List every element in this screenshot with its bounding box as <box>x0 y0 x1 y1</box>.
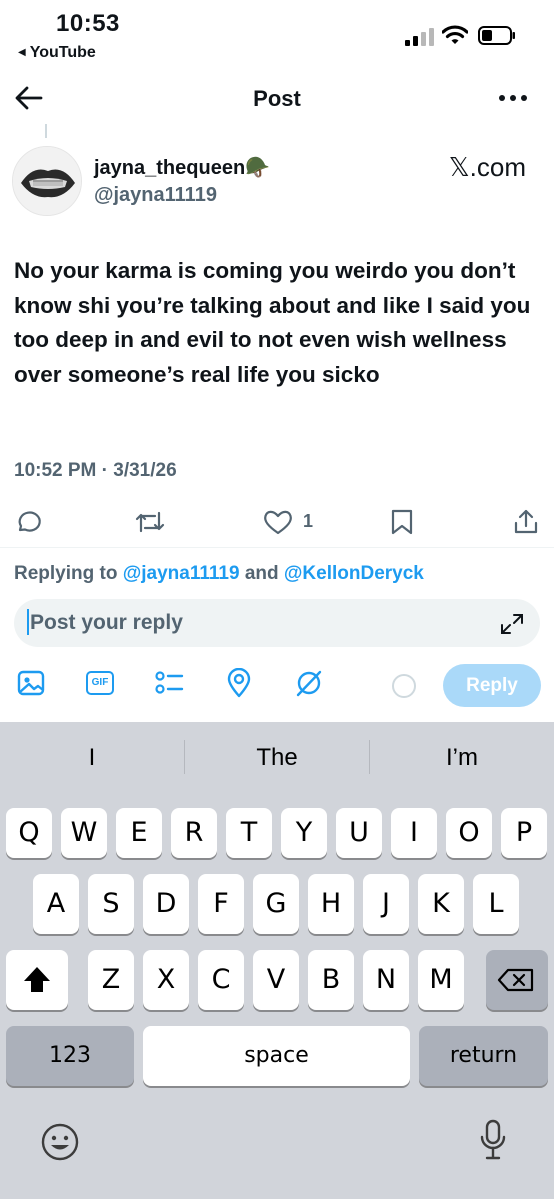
reply-toolbar: GIF Reply <box>0 664 554 708</box>
shift-key[interactable] <box>6 950 68 1010</box>
share-action-button[interactable] <box>512 508 540 538</box>
key-l[interactable]: L <box>473 874 519 934</box>
bookmark-action-button[interactable] <box>388 508 416 538</box>
status-time: 10:53 <box>56 10 120 37</box>
battery-icon <box>478 26 515 45</box>
heart-icon <box>264 510 292 535</box>
key-v[interactable]: V <box>253 950 299 1010</box>
key-i[interactable]: I <box>391 808 437 858</box>
keyboard: I The I’m Q W E R T Y U I O P A S D F G … <box>0 722 554 1199</box>
back-app-label: YouTube <box>29 44 96 61</box>
suggestion-1[interactable]: I <box>0 736 184 780</box>
key-q[interactable]: Q <box>6 808 52 858</box>
share-icon <box>514 509 538 534</box>
key-c[interactable]: C <box>198 950 244 1010</box>
key-g[interactable]: G <box>253 874 299 934</box>
key-s[interactable]: S <box>88 874 134 934</box>
like-action-button[interactable] <box>262 508 294 538</box>
divider <box>0 547 554 548</box>
post-actions: 1 <box>0 508 554 540</box>
x-watermark: 𝕏.com <box>448 152 526 182</box>
thread-connector-line <box>45 124 47 138</box>
key-y[interactable]: Y <box>281 808 327 858</box>
suggestion-2[interactable]: The <box>185 736 369 780</box>
mention-link[interactable]: @jayna11119 <box>123 563 240 584</box>
comment-icon <box>18 511 41 532</box>
key-o[interactable]: O <box>446 808 492 858</box>
space-key[interactable]: space <box>143 1026 410 1086</box>
backspace-icon <box>497 968 534 992</box>
return-key[interactable]: return <box>419 1026 548 1086</box>
suggestion-3[interactable]: I’m <box>370 736 554 780</box>
key-p[interactable]: P <box>501 808 547 858</box>
more-options-icon[interactable] <box>498 86 528 110</box>
key-k[interactable]: K <box>418 874 464 934</box>
emoji-icon[interactable] <box>40 1122 80 1162</box>
key-d[interactable]: D <box>143 874 189 934</box>
key-b[interactable]: B <box>308 950 354 1010</box>
reply-submit-button[interactable]: Reply <box>443 664 541 707</box>
key-t[interactable]: T <box>226 808 272 858</box>
poll-icon[interactable] <box>154 668 184 698</box>
avatar-lips-image <box>13 147 81 215</box>
location-icon[interactable] <box>224 668 254 698</box>
reply-placeholder: Post your reply <box>30 611 183 634</box>
gif-button[interactable]: GIF <box>86 671 114 695</box>
key-j[interactable]: J <box>363 874 409 934</box>
shift-icon <box>24 967 50 992</box>
status-bar: 10:53 ◀ YouTube <box>0 0 554 70</box>
key-z[interactable]: Z <box>88 950 134 1010</box>
key-x[interactable]: X <box>143 950 189 1010</box>
key-e[interactable]: E <box>116 808 162 858</box>
key-a[interactable]: A <box>33 874 79 934</box>
post-text: No your karma is coming you weirdo you d… <box>14 258 531 387</box>
text-cursor <box>27 609 29 635</box>
key-h[interactable]: H <box>308 874 354 934</box>
grok-icon[interactable] <box>294 668 324 698</box>
repost-icon <box>135 511 165 533</box>
author-handle[interactable]: @jayna11119 <box>94 184 217 207</box>
key-n[interactable]: N <box>363 950 409 1010</box>
author-display-name[interactable]: jayna_thequeen🪖 <box>94 155 270 180</box>
page-title: Post <box>253 86 301 111</box>
post-timestamp[interactable]: 10:52 PM · 3/31/26 <box>14 460 177 482</box>
key-w[interactable]: W <box>61 808 107 858</box>
repost-action-button[interactable] <box>134 508 166 538</box>
image-icon[interactable] <box>16 668 46 698</box>
delete-key[interactable] <box>486 950 548 1010</box>
expand-icon[interactable] <box>500 613 524 635</box>
cellular-signal-icon <box>405 28 434 46</box>
replying-and: and <box>244 563 279 584</box>
author-avatar[interactable] <box>12 146 82 216</box>
reply-input[interactable]: Post your reply <box>14 599 540 647</box>
numbers-key[interactable]: 123 <box>6 1026 134 1086</box>
key-f[interactable]: F <box>198 874 244 934</box>
mention-link[interactable]: @KellonDeryck <box>284 563 424 584</box>
key-u[interactable]: U <box>336 808 382 858</box>
back-to-app-link[interactable]: ◀ YouTube <box>18 44 96 62</box>
replying-prefix: Replying to <box>14 563 118 584</box>
like-count: 1 <box>303 511 314 531</box>
key-m[interactable]: M <box>418 950 464 1010</box>
replying-to-line: Replying to @jayna11119 and @KellonDeryc… <box>14 563 424 585</box>
bookmark-icon <box>391 509 413 535</box>
key-r[interactable]: R <box>171 808 217 858</box>
wifi-icon <box>442 25 468 44</box>
back-triangle-icon: ◀ <box>18 47 26 58</box>
character-count-circle <box>392 674 416 698</box>
post-header: Post <box>0 72 554 124</box>
microphone-icon[interactable] <box>478 1118 508 1162</box>
reply-action-button[interactable] <box>14 508 42 538</box>
